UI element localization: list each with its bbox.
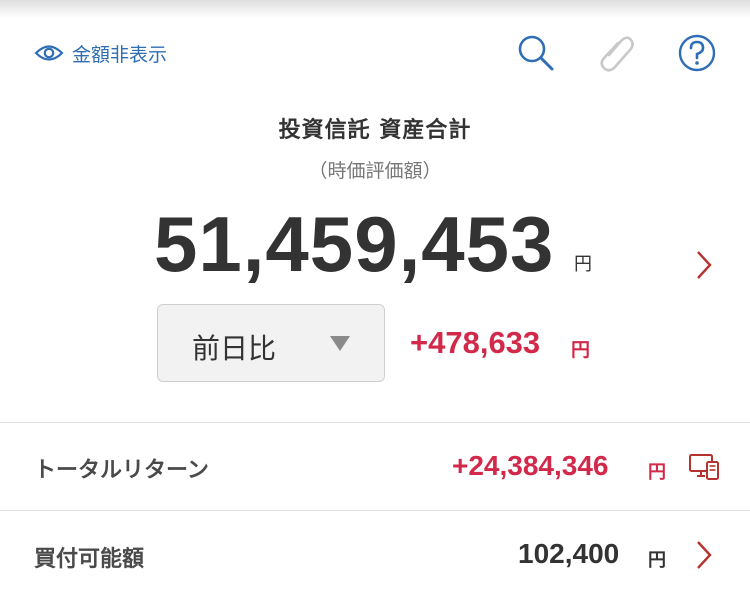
help-icon [678,34,716,72]
top-shadow [0,0,750,18]
summary-title: 投資信託 資産合計 [278,118,472,143]
search-icon [518,35,554,71]
total-return-label: トータルリターン [34,458,209,483]
toolbar: 金額非表示 [0,28,750,80]
pc-view-icon[interactable] [688,452,720,482]
day-change-value: +478,633 [410,325,541,360]
total-return-value: +24,384,346 [452,450,609,481]
total-assets-value: 51,459,453 [154,200,555,288]
purchasable-amount-unit: 円 [648,550,666,571]
comparison-period-label: 前日比 [192,332,277,365]
chevron-right-icon[interactable] [690,538,716,572]
paperclip-icon [600,36,634,72]
attachment-button[interactable] [596,32,638,74]
hide-amount-label: 金額非表示 [72,43,168,66]
help-button[interactable] [676,32,718,74]
purchasable-amount-value: 102,400 [518,538,620,569]
asset-summary: 投資信託 資産合計 （時価評価額） [0,112,750,183]
purchasable-amount-label: 買付可能額 [34,547,145,572]
hide-amount-toggle[interactable]: 金額非表示 [34,38,167,68]
chevron-right-icon[interactable] [688,248,718,282]
day-change-unit: 円 [571,339,591,361]
divider [0,510,750,511]
summary-subtitle: （時価評価額） [308,160,442,182]
divider [0,422,750,423]
comparison-period-select[interactable]: 前日比 [157,304,385,382]
eye-icon [34,45,64,61]
search-button[interactable] [515,32,557,74]
triangle-down-icon [330,336,350,351]
total-return-unit: 円 [648,462,666,483]
total-assets-unit: 円 [574,254,592,275]
total-assets-row[interactable]: 51,459,453 円 [0,200,750,290]
